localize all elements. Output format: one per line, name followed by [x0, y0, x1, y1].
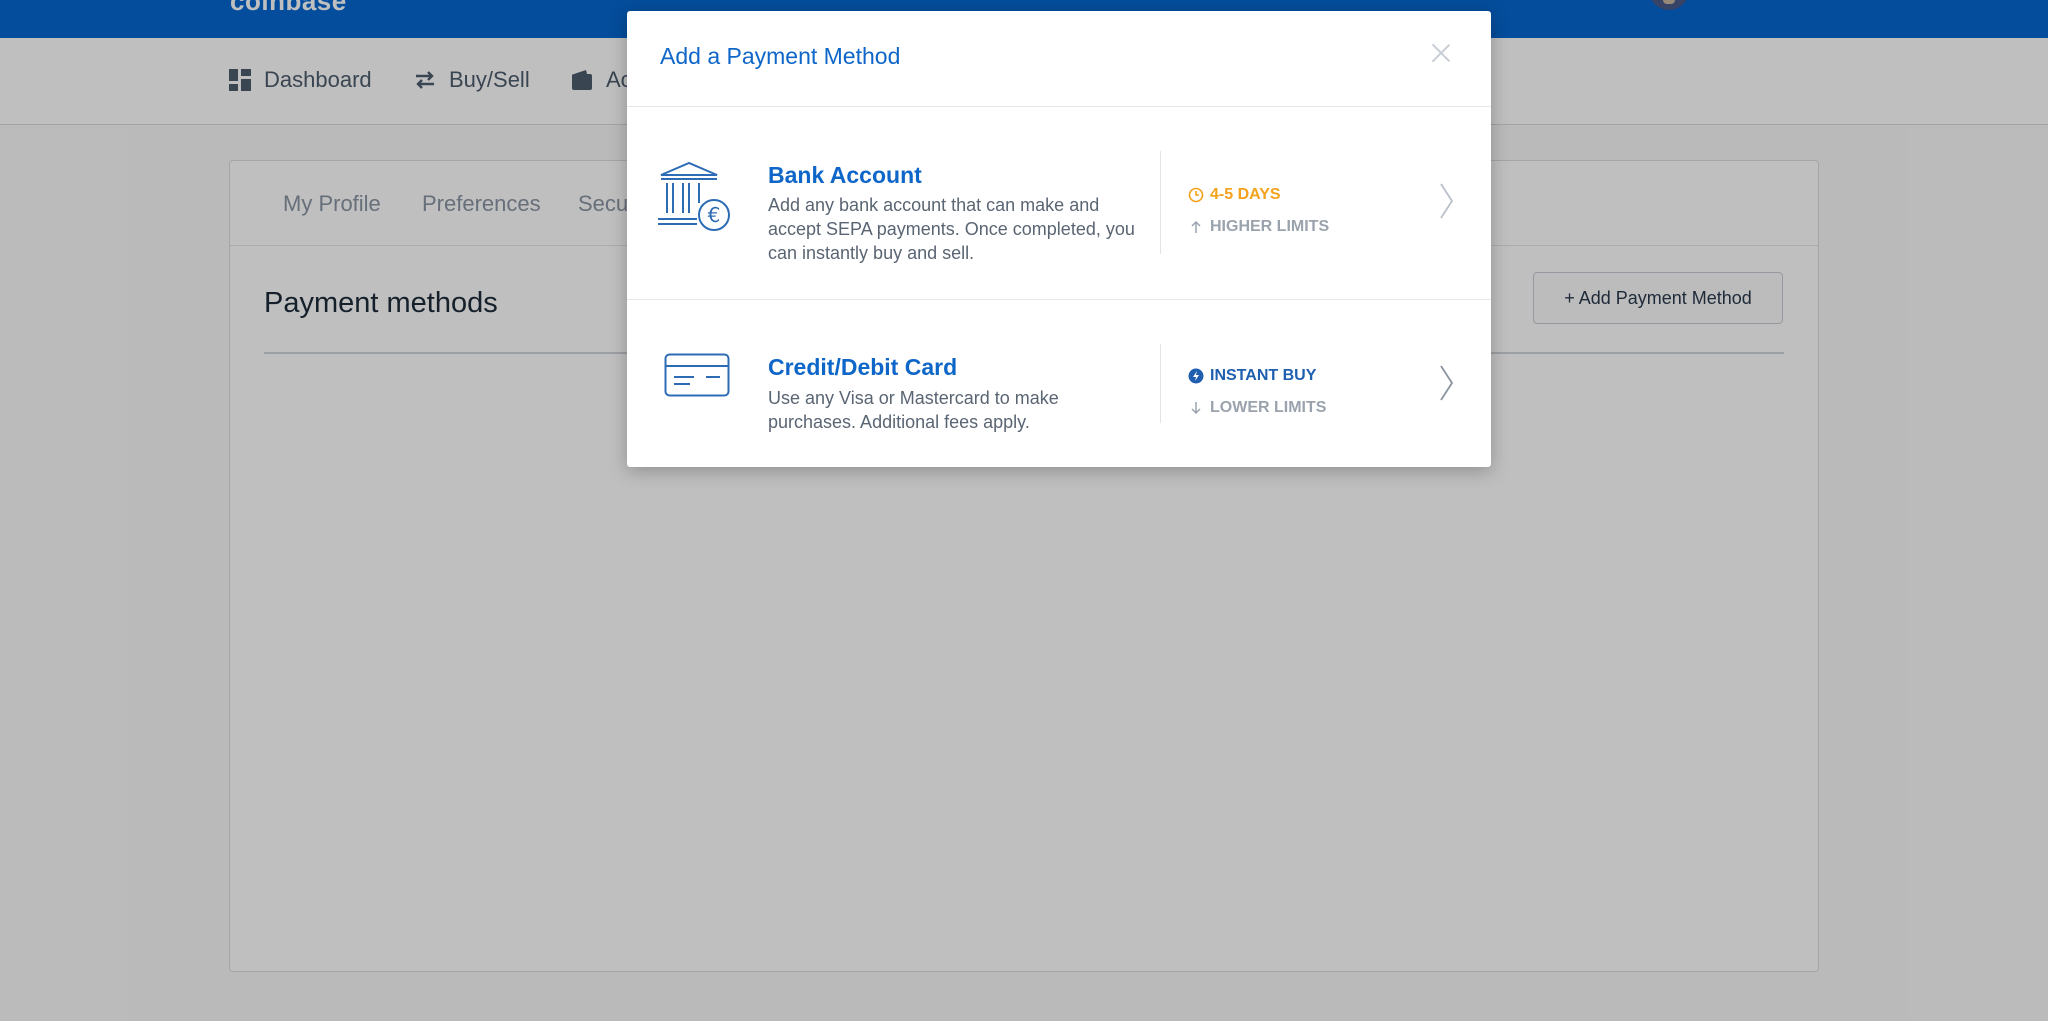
arrow-down-icon [1191, 402, 1201, 415]
limits-label: LOWER LIMITS [1210, 399, 1327, 416]
option-title: Bank Account [768, 162, 922, 188]
credit-card-icon [664, 353, 730, 397]
limits-label: HIGHER LIMITS [1210, 218, 1330, 235]
modal-title: Add a Payment Method [660, 43, 901, 69]
bank-euro-icon: € [658, 161, 730, 231]
close-icon[interactable] [1429, 41, 1453, 65]
arrow-up-icon [1191, 220, 1201, 233]
svg-text:€: € [708, 203, 721, 227]
chevron-right-icon[interactable] [1439, 364, 1455, 402]
speed-badge: INSTANT BUY [1188, 367, 1316, 385]
speed-label: INSTANT BUY [1210, 367, 1317, 384]
lightning-icon [1188, 368, 1204, 384]
option-bank-account[interactable]: € Bank Account Add any bank account that… [627, 107, 1491, 300]
option-description: Add any bank account that can make and a… [768, 195, 1135, 263]
option-divider [1160, 344, 1161, 423]
clock-icon [1188, 187, 1204, 203]
option-credit-debit-card[interactable]: Credit/Debit Card Use any Visa or Master… [627, 300, 1491, 467]
modal-header: Add a Payment Method [627, 11, 1491, 107]
add-payment-method-modal: Add a Payment Method € Bank Account Add … [627, 11, 1491, 467]
limits-badge: LOWER LIMITS [1188, 399, 1326, 417]
chevron-right-icon[interactable] [1439, 182, 1455, 220]
speed-label: 4-5 DAYS [1210, 186, 1281, 203]
option-title: Credit/Debit Card [768, 354, 958, 380]
limits-badge: HIGHER LIMITS [1188, 218, 1329, 236]
option-divider [1160, 151, 1161, 254]
speed-badge: 4-5 DAYS [1188, 186, 1281, 204]
option-description: Use any Visa or Mastercard to make purch… [768, 388, 1059, 432]
